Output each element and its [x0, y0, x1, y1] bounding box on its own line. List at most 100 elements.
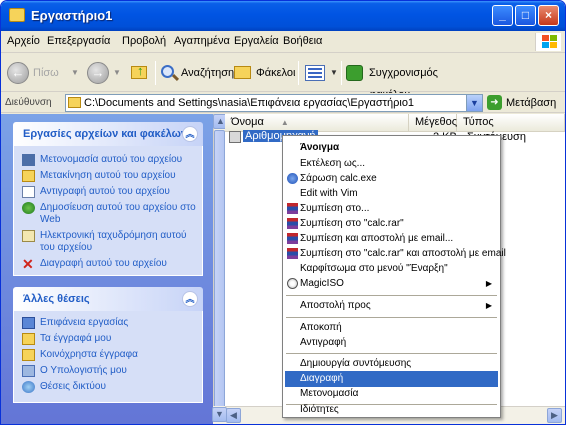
views-icon — [305, 65, 325, 81]
maximize-button[interactable]: □ — [515, 5, 536, 26]
windows-logo-icon — [535, 33, 561, 51]
address-input[interactable]: C:\Documents and Settings\nasia\Επιφάνει… — [65, 94, 483, 112]
copy-icon — [22, 186, 35, 198]
chevron-down-icon: ▼ — [113, 68, 121, 77]
menu-favorites[interactable]: Αγαπημένα — [174, 35, 230, 47]
task-pane: Εργασίες αρχείων και φακέλων ︽ Μετονομασ… — [1, 114, 213, 424]
toolbar: ← Πίσω ▼ → ▼ ↑ Αναζήτηση Φάκελοι ▼ Συγχρ… — [1, 54, 565, 101]
file-tasks-panel: Μετονομασία αυτού του αρχείου Μετακίνηση… — [13, 146, 203, 276]
winrar-icon — [287, 233, 298, 244]
scroll-down-arrow-icon[interactable]: ▼ — [212, 406, 227, 424]
sort-up-icon: ▲ — [280, 118, 289, 127]
minimize-button[interactable]: _ — [492, 5, 513, 26]
go-button[interactable]: ➜ Μετάβαση — [487, 94, 563, 112]
context-menu: Άνοιγμα Εκτέλεση ως... Σάρωση calc.exe E… — [282, 135, 506, 418]
ctx-create-shortcut[interactable]: Δημιουργία συντόμευσης — [285, 356, 498, 372]
ctx-pin-start[interactable]: Καρφίτσωμα στο μενού "Έναρξη" — [285, 261, 498, 277]
ctx-run-as[interactable]: Εκτέλεση ως... — [285, 156, 498, 172]
search-button[interactable]: Αναζήτηση — [161, 62, 234, 84]
folder-icon — [68, 97, 81, 108]
my-documents-icon — [22, 333, 35, 345]
go-label: Μετάβαση — [506, 97, 557, 109]
chevron-down-icon: ▼ — [71, 68, 79, 77]
desktop-icon — [22, 317, 35, 329]
sync-icon — [346, 65, 363, 81]
antivirus-icon — [287, 173, 298, 184]
ctx-cut[interactable]: Αποκοπή — [285, 320, 498, 336]
ctx-open[interactable]: Άνοιγμα — [285, 140, 498, 156]
column-size[interactable]: Μέγεθος — [409, 114, 457, 132]
menu-file[interactable]: Αρχείο — [7, 35, 40, 47]
file-tasks-title: Εργασίες αρχείων και φακέλων — [23, 128, 188, 140]
views-button[interactable]: ▼ — [305, 62, 339, 84]
ctx-compress[interactable]: Συμπίεση στο... — [285, 201, 498, 217]
submenu-arrow-icon: ▶ — [485, 279, 492, 288]
ctx-edit-vim[interactable]: Edit with Vim — [285, 186, 498, 202]
menu-bar: Αρχείο Επεξεργασία Προβολή Αγαπημένα Εργ… — [1, 31, 565, 53]
rename-icon — [22, 154, 35, 166]
folders-button[interactable]: Φάκελοι — [234, 62, 295, 84]
ctx-send-to[interactable]: Αποστολή προς ▶ — [285, 298, 498, 314]
scroll-right-arrow-icon[interactable]: ▶ — [547, 408, 562, 423]
move-icon — [22, 170, 35, 182]
sync-folder-button[interactable]: Συγχρονισμός φακέλου — [346, 62, 476, 101]
envelope-icon — [22, 230, 35, 242]
title-bar[interactable]: Εργαστήριο1 _ □ × — [1, 1, 565, 31]
menu-edit[interactable]: Επεξεργασία — [47, 35, 110, 47]
menu-view[interactable]: Προβολή — [122, 35, 166, 47]
forward-arrow-icon: → — [87, 62, 109, 84]
ctx-compress-rar[interactable]: Συμπίεση στο "calc.rar" — [285, 216, 498, 232]
close-button[interactable]: × — [538, 5, 559, 26]
task-pane-scrollbar[interactable]: ▲ ▼ — [213, 114, 228, 424]
back-label: Πίσω — [33, 67, 59, 79]
ctx-properties[interactable]: Ιδιότητες — [285, 402, 498, 418]
back-arrow-icon: ← — [7, 62, 29, 84]
menu-help[interactable]: Βοήθεια — [283, 35, 322, 47]
ctx-scan[interactable]: Σάρωση calc.exe — [285, 171, 498, 187]
ctx-copy[interactable]: Αντιγραφή — [285, 335, 498, 351]
delete-x-icon: ✕ — [22, 256, 34, 272]
task-publish-web[interactable]: Δημοσίευση αυτού του αρχείου στο Web — [22, 202, 200, 226]
ctx-magiciso[interactable]: MagicISO ▶ — [285, 276, 498, 292]
go-arrow-icon: ➜ — [487, 95, 502, 110]
task-email[interactable]: Ηλεκτρονική ταχυδρόμηση αυτού του αρχείο… — [22, 230, 200, 254]
scroll-left-arrow-icon[interactable]: ◀ — [226, 408, 241, 423]
scroll-thumb[interactable] — [214, 130, 225, 410]
column-type[interactable]: Τύπος — [457, 114, 565, 132]
shared-folder-icon — [22, 349, 35, 361]
ctx-compress-email[interactable]: Συμπίεση και αποστολή με email... — [285, 231, 498, 247]
ctx-delete[interactable]: Διαγραφή — [285, 371, 498, 387]
folders-icon — [234, 66, 251, 79]
ctx-compress-rar-email[interactable]: Συμπίεση στο "calc.rar" και αποστολή με … — [285, 246, 506, 262]
winrar-icon — [287, 203, 298, 214]
other-places-header[interactable]: Άλλες θέσεις ︽ — [13, 287, 203, 311]
address-label: Διεύθυνση — [5, 97, 52, 108]
network-icon — [22, 381, 35, 393]
toolbar-separator — [298, 61, 299, 85]
collapse-chevron-icon[interactable]: ︽ — [182, 126, 198, 142]
address-bar: Διεύθυνση C:\Documents and Settings\nasi… — [1, 93, 565, 113]
toolbar-separator — [155, 61, 156, 85]
computer-icon — [22, 365, 35, 377]
globe-icon — [22, 202, 35, 214]
file-tasks-header[interactable]: Εργασίες αρχείων και φακέλων ︽ — [13, 122, 203, 146]
winrar-icon — [287, 248, 298, 259]
collapse-chevron-icon[interactable]: ︽ — [182, 291, 198, 307]
other-places-title: Άλλες θέσεις — [23, 293, 90, 305]
menu-tools[interactable]: Εργαλεία — [234, 35, 279, 47]
calculator-icon — [229, 131, 241, 143]
explorer-window: Εργαστήριο1 _ □ × Αρχείο Επεξεργασία Προ… — [0, 0, 566, 425]
other-places-panel: Επιφάνεια εργασίας Τα έγγραφά μου Κοινόχ… — [13, 311, 203, 403]
menu-separator — [286, 317, 497, 318]
forward-button[interactable]: → ▼ — [87, 62, 123, 84]
ctx-rename[interactable]: Μετονομασία — [285, 386, 498, 402]
submenu-arrow-icon: ▶ — [485, 301, 492, 310]
up-folder-button[interactable]: ↑ — [129, 62, 151, 84]
back-button[interactable]: ← Πίσω ▼ — [7, 62, 81, 84]
address-dropdown-button[interactable]: ▼ — [466, 95, 482, 111]
address-path: C:\Documents and Settings\nasia\Επιφάνει… — [84, 97, 415, 109]
disc-icon — [287, 278, 298, 289]
menu-separator — [286, 295, 497, 296]
chevron-down-icon: ▼ — [330, 68, 338, 77]
search-label: Αναζήτηση — [181, 67, 235, 79]
